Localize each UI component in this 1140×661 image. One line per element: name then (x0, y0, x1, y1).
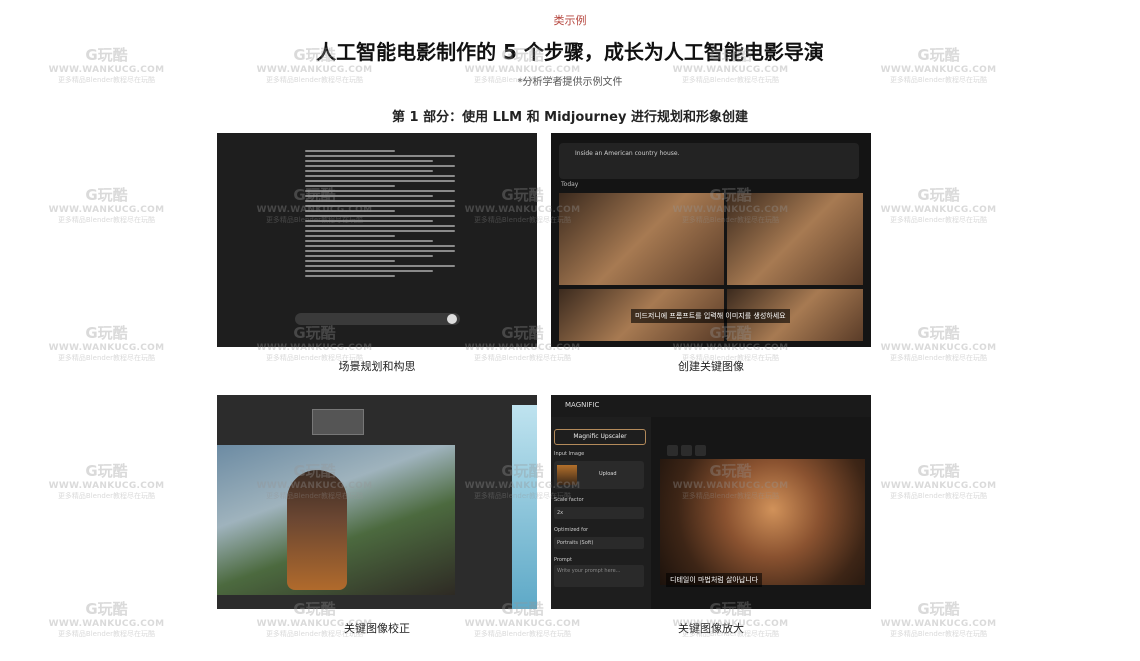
input-thumbnail (557, 465, 577, 485)
watermark: G玩酷 WWW.WANKUCG.COM 更多精品Blender教程尽在玩酷 (880, 186, 997, 224)
card-caption: 关键图像校正 (344, 622, 410, 635)
page-title: 人工智能电影制作的 5 个步骤，成长为人工智能电影导演 (316, 40, 824, 64)
scene-planning-image (217, 133, 537, 347)
toolbar-icon (695, 445, 706, 456)
chat-input (295, 313, 460, 325)
app-header: MAGNIFIC (551, 395, 871, 417)
upscaler-button: Magnific Upscaler (554, 429, 646, 445)
scale-factor-field: 2x (554, 507, 644, 519)
watermark: G玩酷 WWW.WANKUCG.COM 更多精品Blender教程尽在玩酷 (48, 186, 165, 224)
watermark: G玩酷 WWW.WANKUCG.COM 更多精品Blender教程尽在玩酷 (880, 324, 997, 362)
watermark: G玩酷 WWW.WANKUCG.COM 更多精品Blender教程尽在玩酷 (880, 600, 997, 638)
upload-label: Upload (599, 471, 617, 477)
overlay-subtitle: 미드저니에 프롬프트를 입력해 이미지를 생성하세요 (631, 309, 790, 323)
upscaled-photo (660, 459, 865, 585)
prompt-field: Write your prompt here... (554, 565, 644, 587)
prompt-text: Inside an American country house. (575, 150, 680, 157)
card-caption: 场景规划和构思 (338, 360, 416, 373)
input-image-label: Input Image (554, 451, 585, 457)
character-figure (287, 470, 347, 590)
key-image-upscale-image: MAGNIFIC Magnific Upscaler Input Image U… (551, 395, 871, 609)
generated-image (727, 193, 863, 285)
optimized-for-field: Portraits (Soft) (554, 537, 644, 549)
overlay-subtitle: 디테일이 마법처럼 살아납니다 (666, 573, 763, 587)
page-subtitle: *分析学者提供示例文件 (517, 77, 623, 88)
toolbar-icon (681, 445, 692, 456)
section-title: 第 1 部分：使用 LLM 和 Midjourney 进行规划和形象创建 (391, 110, 748, 125)
watermark: G玩酷 WWW.WANKUCG.COM 更多精品Blender教程尽在玩酷 (48, 600, 165, 638)
upload-box: Upload (554, 461, 644, 489)
prompt-label: Prompt (554, 557, 572, 563)
watermark: G玩酷 WWW.WANKUCG.COM 更多精品Blender教程尽在玩酷 (48, 324, 165, 362)
generated-image (559, 193, 724, 285)
key-image-creation-image: Inside an American country house. Today … (551, 133, 871, 347)
card-caption: 关键图像放大 (678, 622, 744, 635)
chat-document (305, 147, 455, 280)
settings-sidebar: Magnific Upscaler Input Image Upload Sca… (551, 417, 651, 609)
prompt-bar: Inside an American country house. (559, 143, 859, 179)
feed-label: Today (561, 181, 579, 188)
watermark: G玩酷 WWW.WANKUCG.COM 更多精品Blender教程尽在玩酷 (48, 462, 165, 500)
scale-factor-label: Scale factor (554, 497, 584, 503)
toolbar-icon (667, 445, 678, 456)
brand-logo: MAGNIFIC (565, 401, 600, 409)
category-tag: 类示例 (553, 14, 587, 27)
watermark: G玩酷 WWW.WANKUCG.COM 更多精品Blender教程尽在玩酷 (880, 462, 997, 500)
tool-palette (312, 409, 364, 435)
card-caption: 创建关键图像 (678, 360, 744, 373)
color-panel (512, 405, 537, 609)
image-toolbar (667, 441, 713, 456)
send-icon (447, 314, 457, 324)
key-image-correction-image (217, 395, 537, 609)
optimized-for-label: Optimized for (554, 527, 589, 533)
